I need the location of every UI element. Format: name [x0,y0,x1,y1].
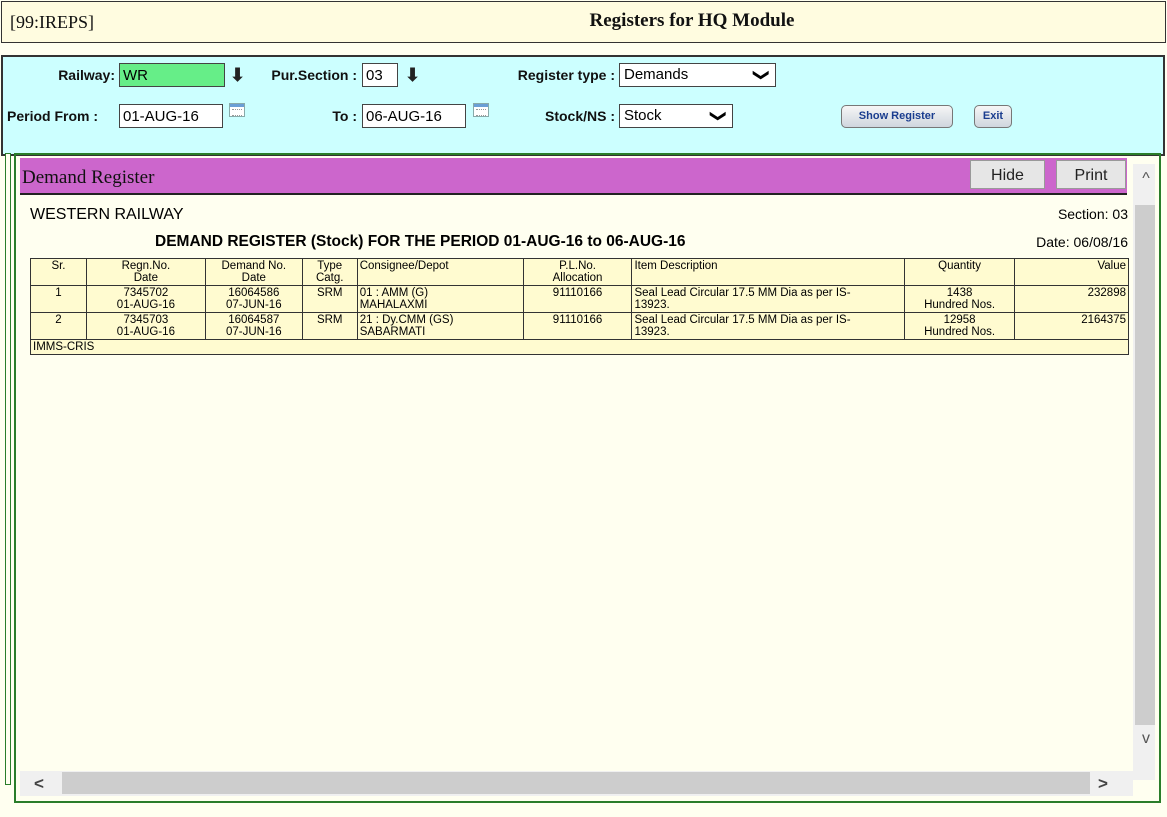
report-header: WESTERN RAILWAY Section: 03 DEMAND REGIS… [30,206,1128,256]
cell-regn: 7345703 01-AUG-16 [85,312,206,340]
hide-button[interactable]: Hide [970,160,1045,189]
stock-ns-select[interactable]: Stock ❯ [619,104,733,128]
col-header-item: Item Description [631,258,906,286]
scroll-left-icon[interactable]: < [34,774,44,794]
frame-border [5,153,11,785]
cell-type: SRM [301,312,358,340]
cell-plno: 91110166 [522,312,633,340]
cell-value: 232898 [1014,285,1129,313]
pur-section-lookup-icon[interactable]: ⬇ [405,65,420,85]
cell-sr: 1 [30,285,87,313]
cell-demand: 16064587 07-JUN-16 [204,312,303,340]
to-label: To : [332,108,357,124]
period-from-label: Period From : [7,108,99,124]
table-row: 1 7345702 01-AUG-16 16064586 07-JUN-16 SRM… [30,285,1129,313]
title-bar: [99:IREPS] Registers for HQ Module [1,1,1166,43]
cell-sr: 2 [30,312,87,340]
cell-item: Seal Lead Circular 17.5 MM Dia as per IS… [631,285,906,313]
col-header-consignee: Consignee/Depot [356,258,524,286]
register-table: Sr. Regn.No. Date Demand No. Date Type Catg… [30,258,1129,355]
cell-plno: 91110166 [522,285,633,313]
pur-section-label: Pur.Section : [271,67,357,83]
railway-label: Railway: [58,67,115,83]
report-date: Date: 06/08/16 [1036,234,1128,250]
report-section: Section: 03 [1057,206,1128,222]
stock-ns-label: Stock/NS : [544,108,615,124]
scroll-down-icon[interactable]: v [1136,730,1156,748]
col-header-value: Value [1014,258,1129,286]
col-header-plno: P.L.No. Allocation [522,258,633,286]
panel-title: Demand Register [22,167,155,188]
cell-quantity: 1438 Hundred Nos. [904,285,1016,313]
col-header-quantity: Quantity [904,258,1016,286]
report-title: DEMAND REGISTER (Stock) FOR THE PERIOD 0… [155,233,686,250]
panel-header: Demand Register Hide Print [20,158,1127,195]
page-title: Registers for HQ Module [589,10,795,31]
cell-quantity: 12958 Hundred Nos. [904,312,1016,340]
cell-value: 2164375 [1014,312,1129,340]
chevron-down-icon: ❯ [709,109,727,123]
vertical-scroll-thumb[interactable] [1135,205,1155,725]
table-row: 2 7345703 01-AUG-16 16064587 07-JUN-16 SRM… [30,312,1129,340]
filter-panel: Railway: WR ⬇ Pur.Section : 03 ⬇ Registe… [1,55,1165,156]
pur-section-input[interactable]: 03 [362,63,398,87]
period-from-input[interactable]: 01-AUG-16 [119,104,223,128]
chevron-down-icon: ❯ [752,68,770,82]
cell-demand: 16064586 07-JUN-16 [204,285,303,313]
table-header-row: Sr. Regn.No. Date Demand No. Date Type Catg… [30,258,1129,286]
cell-regn: 7345702 01-AUG-16 [85,285,206,313]
col-header-regn: Regn.No. Date [85,258,206,286]
col-header-demand: Demand No. Date [204,258,303,286]
register-type-value: Demands [624,66,689,83]
cell-type: SRM [301,285,358,313]
cell-consignee: 01 : AMM (G) MAHALAXMI [356,285,524,313]
stock-ns-value: Stock [624,107,662,124]
horizontal-scroll-thumb[interactable] [62,772,1090,794]
show-register-button[interactable]: Show Register [841,105,953,128]
railway-lookup-icon[interactable]: ⬇ [230,65,245,85]
report-footer: IMMS-CRIS [30,339,1129,355]
cell-consignee: 21 : Dy.CMM (GS) SABARMATI [356,312,524,340]
calendar-icon[interactable] [473,103,489,117]
scroll-right-icon[interactable]: > [1098,774,1108,794]
register-type-select[interactable]: Demands ❯ [619,63,776,87]
col-header-sr: Sr. [30,258,87,286]
railway-input[interactable]: WR [119,63,225,87]
calendar-icon[interactable] [229,103,245,117]
report-railway: WESTERN RAILWAY [30,206,184,223]
to-input[interactable]: 06-AUG-16 [362,104,466,128]
col-header-type: Type Catg. [301,258,358,286]
scroll-up-icon[interactable]: ^ [1136,170,1156,188]
exit-button[interactable]: Exit [974,105,1012,128]
cell-item: Seal Lead Circular 17.5 MM Dia as per IS… [631,312,906,340]
table-footer-row: IMMS-CRIS [30,339,1129,355]
print-button[interactable]: Print [1056,160,1126,189]
register-type-label: Register type : [517,67,615,83]
